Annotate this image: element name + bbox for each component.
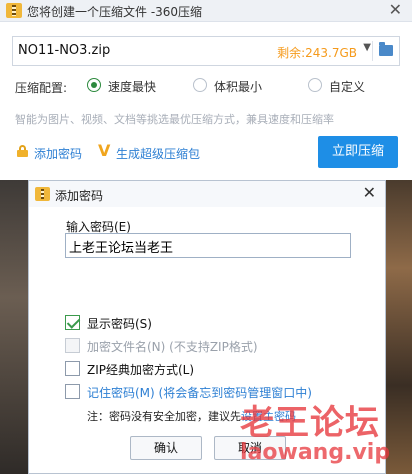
watermark-url: laowang.vip — [240, 440, 391, 465]
title-bar: 您将创建一个压缩文件 -360压缩 ✕ — [0, 0, 412, 22]
checkbox-box — [65, 338, 80, 353]
compress-window: 您将创建一个压缩文件 -360压缩 ✕ NO11-NO3.zip 剩余:243.… — [0, 0, 412, 180]
checkbox-box[interactable] — [65, 315, 80, 330]
dialog-title: 添加密码 — [55, 189, 104, 203]
radio-dot[interactable] — [308, 78, 322, 92]
watermark-logo-text: 老王论坛 — [240, 403, 380, 443]
dialog-title-bar: 添加密码 ✕ — [29, 181, 385, 207]
compress-config-label: 压缩配置: — [15, 81, 68, 95]
security-note-text: 注：密码没有安全加密，建议先 — [87, 410, 241, 423]
remember-password-label[interactable]: 记住密码(M) — [87, 386, 155, 400]
radio-dot[interactable] — [193, 78, 207, 92]
checkbox-box[interactable] — [65, 384, 80, 399]
confirm-button[interactable]: 确认 — [130, 436, 202, 460]
radio-label: 自定义 — [329, 80, 366, 94]
free-space-label: 剩余:243.7GB — [277, 46, 357, 60]
lock-icon — [16, 145, 29, 157]
super-pack-v-icon: V — [98, 141, 111, 160]
checkbox-label: 加密文件名(N) (不支持ZIP格式) — [87, 340, 258, 354]
background-photo-right — [386, 180, 412, 474]
output-path-field[interactable]: NO11-NO3.zip 剩余:243.7GB ▼ — [12, 36, 400, 66]
checkbox-label: 显示密码(S) — [87, 317, 152, 331]
radio-label: 速度最快 — [108, 80, 157, 94]
window-title: 您将创建一个压缩文件 -360压缩 — [27, 5, 203, 19]
archive-app-icon — [35, 187, 50, 201]
checkbox-label: ZIP经典加密方式(L) — [87, 363, 195, 377]
compress-now-button[interactable]: 立即压缩 — [318, 136, 398, 168]
output-path-text: NO11-NO3.zip — [18, 43, 111, 58]
checkbox-box[interactable] — [65, 361, 80, 376]
background-photo-left — [0, 180, 28, 474]
folder-icon[interactable] — [379, 42, 393, 56]
close-icon[interactable]: ✕ — [363, 184, 376, 202]
super-pack-link[interactable]: 生成超级压缩包 — [116, 145, 200, 162]
archive-app-icon — [6, 3, 22, 18]
radio-label: 体积最小 — [214, 80, 263, 94]
add-password-link[interactable]: 添加密码 — [34, 145, 82, 162]
compress-hint: 智能为图片、视频、文档等挑选最优压缩方式，兼具速度和压缩率 — [15, 113, 334, 126]
radio-dot[interactable] — [87, 78, 101, 92]
close-icon[interactable]: ✕ — [389, 1, 402, 19]
password-input[interactable]: 上老王论坛当老王 — [65, 233, 351, 258]
chevron-down-icon[interactable]: ▼ — [363, 42, 371, 53]
divider — [372, 41, 373, 61]
